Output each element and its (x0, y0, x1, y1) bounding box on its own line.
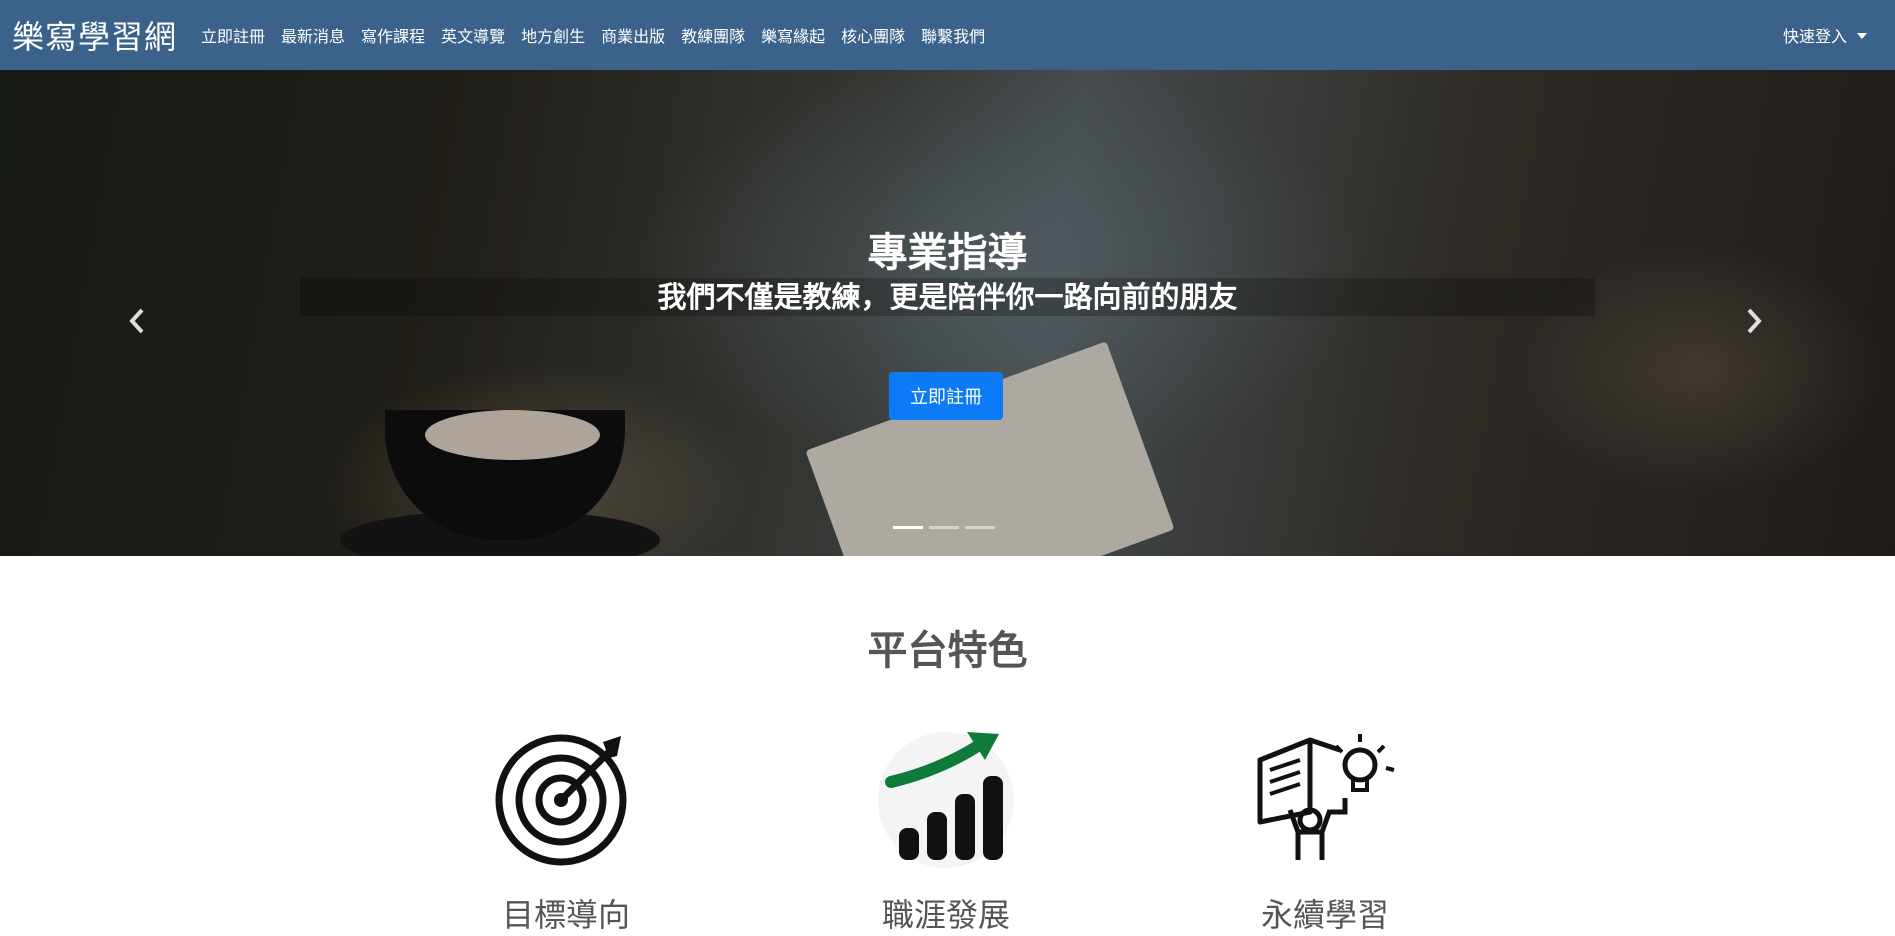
caret-down-icon (1857, 33, 1867, 39)
nav-item-register[interactable]: 立即註冊 (193, 23, 273, 47)
hero-carousel: 專業指導 我們不僅是教練，更是陪伴你一路向前的朋友 立即註冊 (0, 70, 1895, 556)
chevron-left-icon (129, 308, 144, 334)
target-icon (495, 734, 627, 866)
nav-item-contact[interactable]: 聯繫我們 (913, 23, 993, 47)
hero-subtitle: 我們不僅是教練，更是陪伴你一路向前的朋友 (657, 280, 1238, 314)
hero-title: 專業指導 (867, 230, 1028, 276)
chevron-right-icon (1747, 308, 1762, 334)
quick-login-label: 快速登入 (1782, 27, 1847, 46)
nav-item-core-team[interactable]: 核心團隊 (833, 23, 913, 47)
feature-label: 目標導向 (501, 896, 630, 934)
carousel-indicator-3[interactable] (965, 526, 995, 529)
feature-label: 職涯發展 (881, 896, 1010, 934)
carousel-indicators (893, 526, 1001, 529)
features-title: 平台特色 (867, 628, 1028, 674)
top-navbar: 樂寫學習網 立即註冊 最新消息 寫作課程 英文導覽 地方創生 商業出版 教練團隊… (0, 0, 1895, 70)
feature-career-development: 職涯發展 (836, 720, 1056, 936)
carousel-prev-button[interactable] (117, 296, 157, 346)
nav-item-courses[interactable]: 寫作課程 (353, 23, 433, 47)
nav-item-publishing[interactable]: 商業出版 (593, 23, 673, 47)
nav-item-origin[interactable]: 樂寫緣起 (753, 23, 833, 47)
nav-menu: 立即註冊 最新消息 寫作課程 英文導覽 地方創生 商業出版 教練團隊 樂寫緣起 … (193, 23, 993, 47)
quick-login-dropdown[interactable]: 快速登入 (1783, 0, 1867, 70)
nav-item-coaches[interactable]: 教練團隊 (673, 23, 753, 47)
feature-lifelong-learning: 永續學習 (1215, 720, 1435, 936)
feature-label: 永續學習 (1260, 896, 1389, 934)
reading-idea-icon (1257, 734, 1395, 860)
growth-chart-icon (878, 732, 1014, 868)
brand-logo[interactable]: 樂寫學習網 (12, 12, 177, 58)
feature-goal-oriented: 目標導向 (456, 720, 676, 936)
carousel-indicator-1[interactable] (893, 526, 923, 529)
nav-item-english-guide[interactable]: 英文導覽 (433, 23, 513, 47)
carousel-indicator-2[interactable] (929, 526, 959, 529)
carousel-next-button[interactable] (1734, 296, 1774, 346)
nav-item-local-revitalization[interactable]: 地方創生 (513, 23, 593, 47)
nav-item-news[interactable]: 最新消息 (273, 23, 353, 47)
hero-register-button[interactable]: 立即註冊 (889, 372, 1003, 420)
